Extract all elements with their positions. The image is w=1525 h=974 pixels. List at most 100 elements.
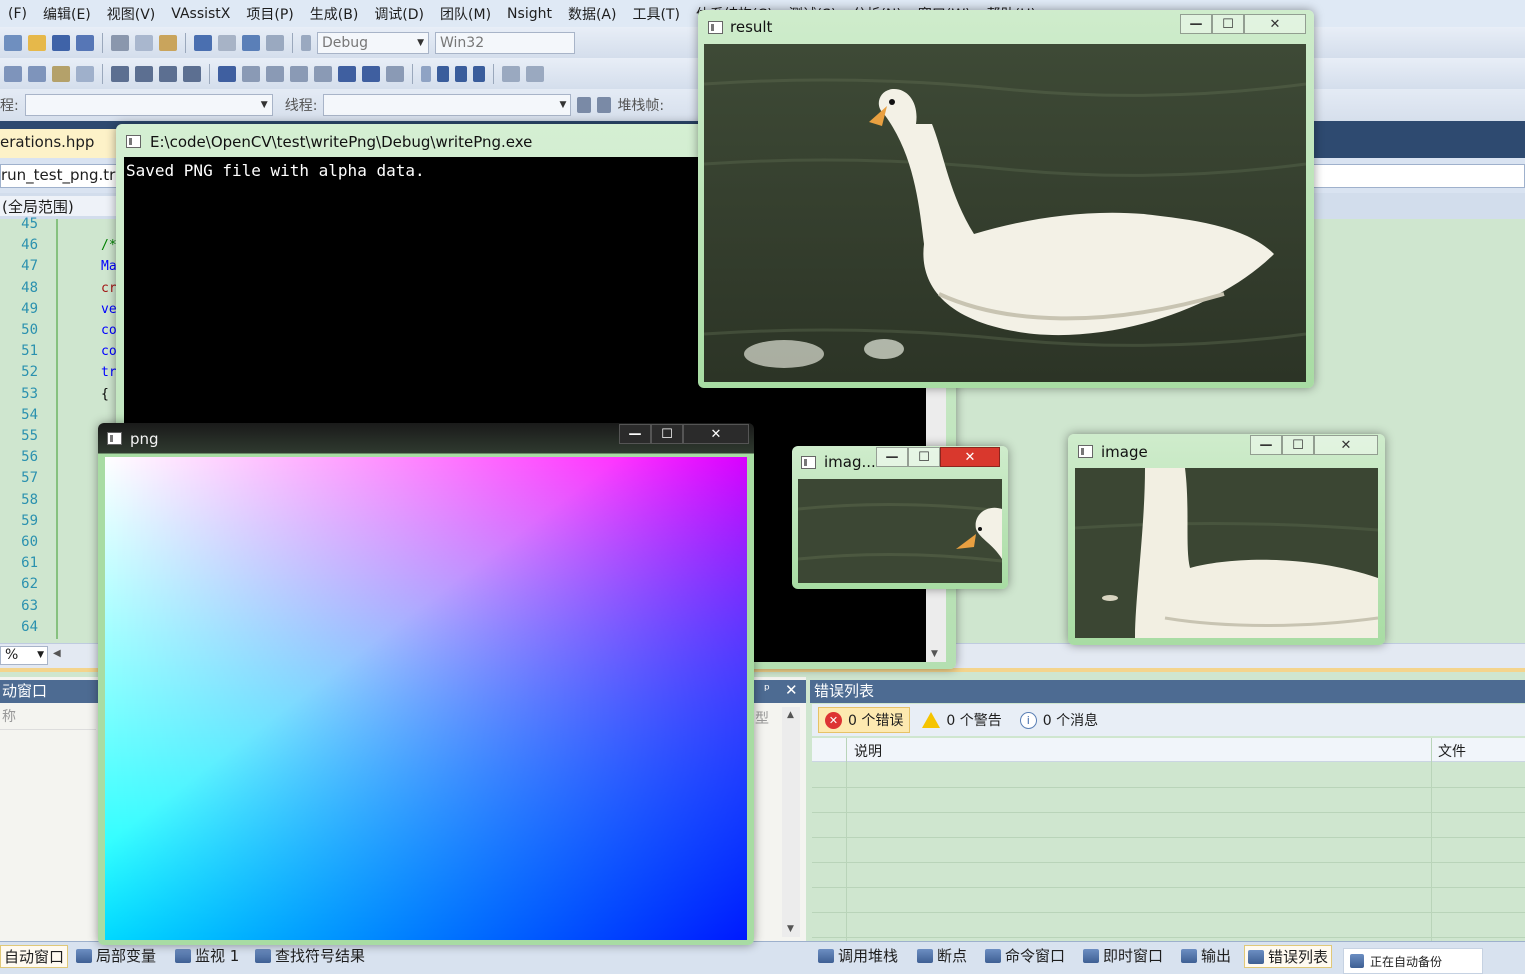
result-window[interactable]: result — ☐ ✕ bbox=[698, 10, 1314, 388]
thread-select[interactable]: ▼ bbox=[323, 94, 572, 116]
font-icon[interactable] bbox=[52, 65, 70, 82]
list-icon[interactable] bbox=[76, 65, 94, 82]
format-icon[interactable] bbox=[4, 65, 22, 82]
restart-icon[interactable] bbox=[473, 65, 485, 82]
close-icon[interactable]: ✕ bbox=[785, 681, 798, 699]
tab-immediate-window[interactable]: 即时窗口 bbox=[1083, 945, 1163, 966]
menu-item[interactable]: 项目(P) bbox=[238, 4, 301, 24]
maximize-button[interactable]: ☐ bbox=[908, 447, 940, 467]
pin-icon[interactable]: ᵖ bbox=[764, 682, 770, 698]
prev-in-folder-icon[interactable] bbox=[290, 65, 308, 82]
flag-thread-icon[interactable] bbox=[577, 97, 592, 113]
save-icon[interactable] bbox=[52, 34, 70, 51]
nav-right-dropdown[interactable] bbox=[1310, 164, 1525, 188]
maximize-button[interactable]: ☐ bbox=[1282, 435, 1314, 455]
maximize-button[interactable]: ☐ bbox=[651, 424, 683, 444]
tab-locals[interactable]: 局部变量 bbox=[76, 945, 156, 966]
start-debug-icon[interactable] bbox=[301, 34, 311, 51]
scroll-up-icon[interactable]: ▲ bbox=[787, 710, 794, 720]
minimize-button[interactable]: — bbox=[1250, 435, 1282, 455]
stop-debug-icon[interactable] bbox=[455, 65, 467, 82]
menu-item[interactable]: 工具(T) bbox=[624, 4, 687, 24]
description-column[interactable]: 说明 bbox=[854, 741, 882, 761]
prev-in-doc-icon[interactable] bbox=[338, 65, 356, 82]
toolbar-separator bbox=[292, 32, 293, 53]
break-all-icon[interactable] bbox=[437, 65, 449, 82]
minimize-button[interactable]: — bbox=[619, 424, 651, 444]
comment-icon[interactable] bbox=[159, 65, 177, 82]
zoom-select[interactable]: % ▼ bbox=[0, 646, 48, 665]
menu-item[interactable]: (F) bbox=[0, 6, 35, 22]
save-all-icon[interactable] bbox=[76, 34, 94, 51]
next-bookmark-icon[interactable] bbox=[266, 65, 284, 82]
show-next-statement-icon[interactable] bbox=[502, 65, 520, 82]
scope-dropdown[interactable]: (全局范围) bbox=[0, 196, 118, 216]
menu-item[interactable]: 调试(D) bbox=[366, 4, 432, 24]
close-button[interactable]: ✕ bbox=[1244, 14, 1306, 34]
line-number: 48 bbox=[21, 279, 38, 296]
solution-config-select[interactable]: Debug ▼ bbox=[317, 31, 429, 54]
warnings-filter-button[interactable]: 0 个警告 bbox=[916, 707, 1007, 733]
errors-filter-button[interactable]: ✕ 0 个错误 bbox=[818, 707, 911, 733]
tab-watch[interactable]: 监视 1 bbox=[175, 945, 239, 966]
tab-autos[interactable]: 自动窗口 bbox=[0, 945, 69, 968]
uncomment-icon[interactable] bbox=[183, 65, 201, 82]
minimize-button[interactable]: — bbox=[876, 447, 908, 467]
navigate-icon[interactable] bbox=[242, 34, 260, 51]
flag-all-icon[interactable] bbox=[597, 97, 612, 113]
tab-output[interactable]: 输出 bbox=[1181, 945, 1231, 966]
close-button[interactable]: ✕ bbox=[1314, 435, 1378, 455]
undo-icon[interactable] bbox=[194, 34, 212, 51]
copy-icon[interactable] bbox=[135, 34, 153, 51]
menu-item[interactable]: VAssistX bbox=[163, 6, 238, 22]
nav-member-dropdown[interactable]: run_test_png.try bbox=[0, 164, 118, 188]
chevron-down-icon: ▼ bbox=[559, 100, 567, 110]
close-button[interactable]: ✕ bbox=[683, 424, 749, 444]
menu-item[interactable]: 编辑(E) bbox=[35, 4, 99, 24]
minimize-button[interactable]: — bbox=[1180, 14, 1212, 34]
bookmark-icon[interactable] bbox=[218, 65, 236, 82]
autos-name-column[interactable]: 称 bbox=[0, 706, 96, 730]
tab-error-list[interactable]: 错误列表 bbox=[1244, 945, 1333, 968]
indent-icon[interactable] bbox=[111, 65, 129, 82]
menu-item[interactable]: 团队(M) bbox=[432, 4, 499, 24]
process-select[interactable]: ▼ bbox=[24, 94, 273, 116]
cut-icon[interactable] bbox=[111, 34, 129, 51]
maximize-button[interactable]: ☐ bbox=[1212, 14, 1244, 34]
file-column[interactable]: 文件 bbox=[1438, 741, 1466, 761]
scroll-down-icon[interactable]: ▼ bbox=[787, 924, 794, 934]
menu-item[interactable]: Nsight bbox=[499, 6, 560, 22]
next-in-doc-icon[interactable] bbox=[362, 65, 380, 82]
image-small-window[interactable]: imag... — ☐ ✕ bbox=[792, 446, 1008, 589]
scroll-down-icon[interactable]: ▼ bbox=[931, 649, 938, 659]
autos-scrollbar[interactable]: ▲ ▼ bbox=[782, 707, 800, 937]
image-window[interactable]: image — ☐ ✕ bbox=[1068, 434, 1385, 645]
solution-platform-select[interactable]: Win32 bbox=[435, 31, 575, 54]
menu-item[interactable]: 数据(A) bbox=[560, 4, 625, 24]
step-into-icon[interactable] bbox=[526, 65, 544, 82]
redo-icon[interactable] bbox=[218, 34, 236, 51]
menu-item[interactable]: 生成(B) bbox=[302, 4, 367, 24]
tab-find-symbol[interactable]: 查找符号结果 bbox=[255, 945, 365, 966]
png-window[interactable]: png — ☐ ✕ bbox=[98, 423, 754, 945]
tab-call-stack[interactable]: 调用堆栈 bbox=[818, 945, 898, 966]
paste-icon[interactable] bbox=[159, 34, 177, 51]
tab-breakpoints[interactable]: 断点 bbox=[917, 945, 967, 966]
tab-command-window[interactable]: 命令窗口 bbox=[985, 945, 1065, 966]
new-project-icon[interactable] bbox=[4, 34, 22, 51]
document-tab-active[interactable]: erations.hpp bbox=[0, 129, 120, 158]
open-file-icon[interactable] bbox=[28, 34, 46, 51]
autobackup-notification: 正在自动备份 bbox=[1343, 948, 1483, 974]
next-in-folder-icon[interactable] bbox=[314, 65, 332, 82]
select-icon[interactable] bbox=[28, 65, 46, 82]
attach-icon[interactable] bbox=[266, 34, 284, 51]
scroll-left-icon[interactable]: ◀ bbox=[53, 648, 61, 659]
outdent-icon[interactable] bbox=[135, 65, 153, 82]
autos-type-column[interactable]: 型 bbox=[755, 708, 769, 728]
prev-bookmark-icon[interactable] bbox=[242, 65, 260, 82]
messages-filter-button[interactable]: i 0 个消息 bbox=[1014, 707, 1104, 733]
clear-bookmarks-icon[interactable] bbox=[386, 65, 404, 82]
close-button[interactable]: ✕ bbox=[940, 447, 1000, 467]
continue-icon[interactable] bbox=[421, 65, 431, 82]
menu-item[interactable]: 视图(V) bbox=[99, 4, 164, 24]
